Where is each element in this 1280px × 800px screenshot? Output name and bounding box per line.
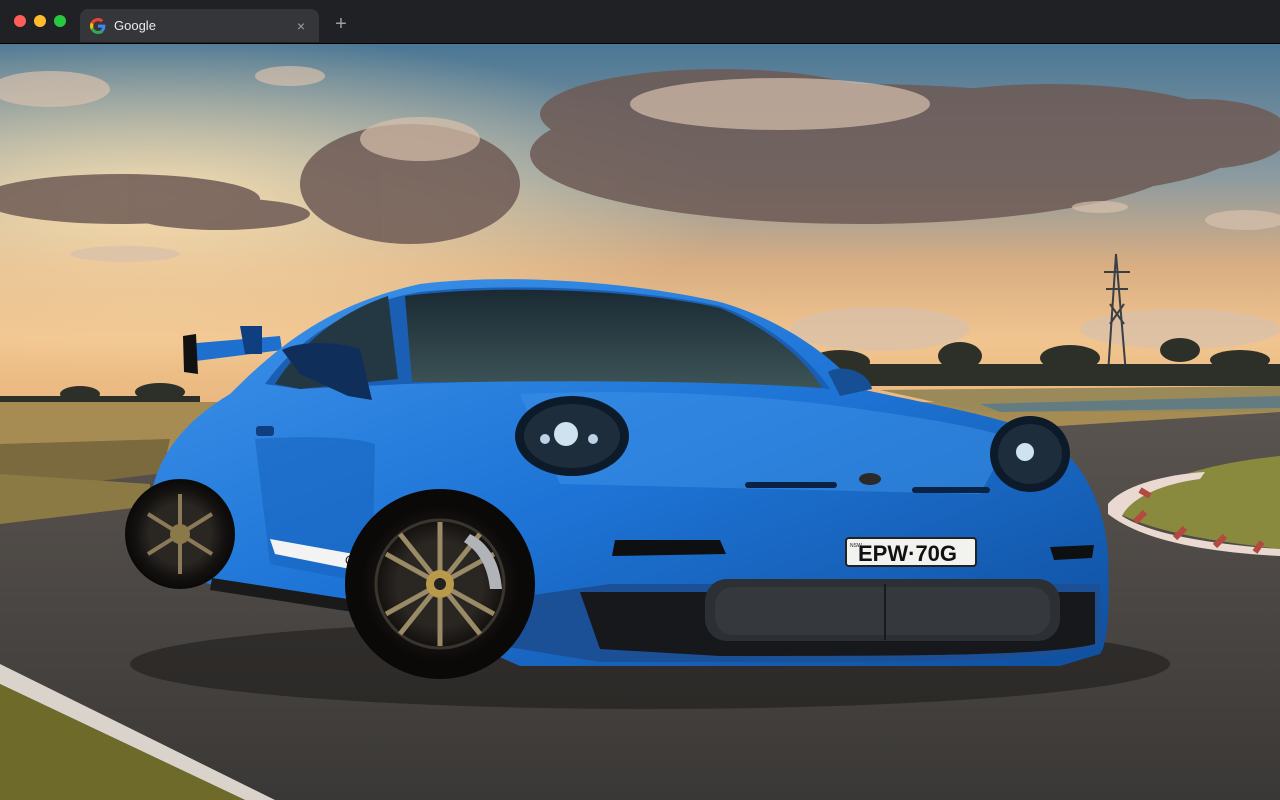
tab-google[interactable]: Google × [80, 9, 319, 42]
new-tab-page: EPW·70G NSW GT3 [0, 44, 1280, 800]
close-window-button[interactable] [14, 15, 26, 27]
license-plate-text: EPW·70G [858, 541, 957, 566]
plate-state-text: NSW [850, 543, 862, 549]
maximize-window-button[interactable] [54, 15, 66, 27]
wallpaper-image: EPW·70G NSW GT3 [0, 44, 1280, 800]
new-tab-button[interactable]: + [331, 13, 351, 35]
minimize-window-button[interactable] [34, 15, 46, 27]
google-g-icon [90, 17, 106, 34]
window-controls [14, 15, 66, 27]
tab-close-icon[interactable]: × [293, 18, 309, 34]
browser-titlebar: Google × + [0, 0, 1280, 44]
tab-title: Google [114, 18, 156, 33]
